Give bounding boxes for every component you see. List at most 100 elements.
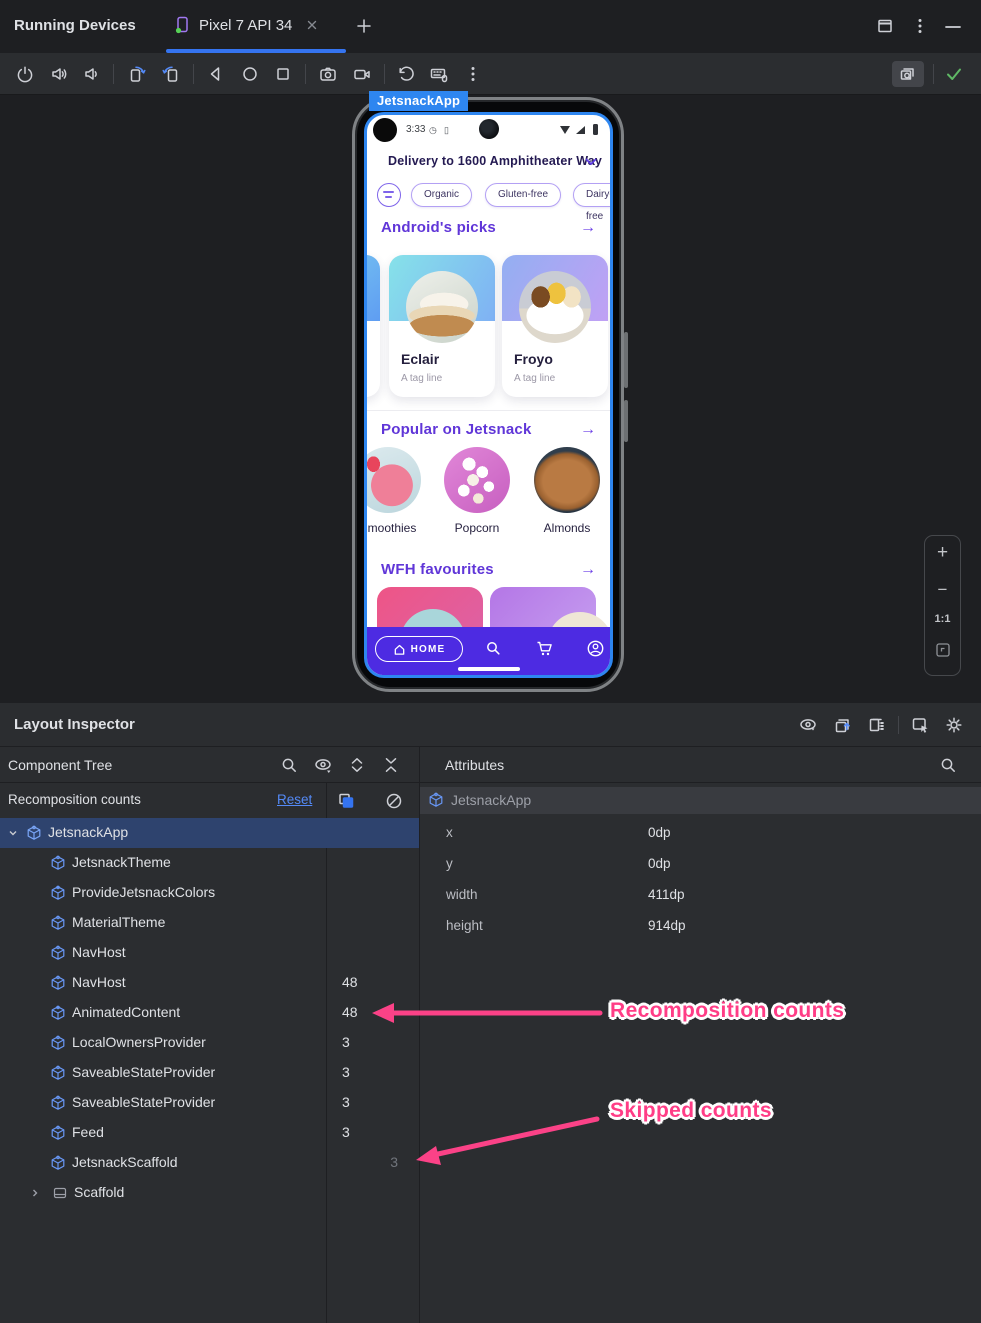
android-overview-icon[interactable]: [273, 64, 293, 84]
zoom-in-button[interactable]: +: [925, 542, 960, 564]
nav-home-button[interactable]: HOME: [375, 636, 463, 662]
chip-dairy-free[interactable]: Dairy-free: [573, 183, 610, 222]
section-title: WFH favourites: [381, 561, 494, 578]
tree-row[interactable]: NavHost 48: [0, 968, 419, 998]
composable-cube-icon: [50, 975, 66, 991]
composable-cube-icon: [50, 915, 66, 931]
picks-carousel: Eclair A tag line Froyo A tag line: [367, 245, 610, 407]
signal-icon: [576, 126, 585, 134]
tree-row[interactable]: SaveableStateProvider 3: [0, 1058, 419, 1088]
toolbar-kebab-icon[interactable]: [463, 64, 483, 84]
arrow-right-icon[interactable]: →: [580, 421, 596, 439]
attribute-row[interactable]: width 411dp: [420, 880, 981, 911]
device-toolbar: [0, 53, 981, 95]
bottom-nav-bar: HOME: [367, 627, 610, 675]
tree-row[interactable]: AnimatedContent 48: [0, 998, 419, 1028]
power-button-icon[interactable]: [15, 64, 35, 84]
highlight-recomposition-icon[interactable]: [336, 791, 356, 811]
snack-card-partial[interactable]: [367, 255, 380, 397]
layout-inspector-toggle[interactable]: [892, 61, 924, 87]
composable-cube-icon: [50, 1035, 66, 1051]
zoom-out-button[interactable]: −: [925, 580, 960, 600]
section-popular: Popular on Jetsnack →: [367, 421, 610, 443]
apply-check-icon[interactable]: [944, 64, 964, 84]
tree-row[interactable]: SaveableStateProvider 3: [0, 1088, 419, 1118]
expand-all-icon[interactable]: [347, 755, 367, 775]
tree-visibility-eye-icon[interactable]: [313, 755, 333, 775]
snack-tagline: A tag line: [401, 373, 443, 384]
arrow-right-icon[interactable]: →: [580, 561, 596, 579]
tree-row-jetsnackapp[interactable]: JetsnackApp: [0, 818, 419, 848]
volume-up-icon[interactable]: [49, 64, 69, 84]
popcorn-image[interactable]: [444, 447, 510, 513]
android-back-icon[interactable]: [206, 64, 226, 84]
tree-search-icon[interactable]: [279, 755, 299, 775]
reset-history-icon[interactable]: [396, 64, 416, 84]
tree-row[interactable]: JetsnackScaffold 3: [0, 1148, 419, 1178]
attribute-row[interactable]: y 0dp: [420, 849, 981, 880]
zoom-controls-panel: + − 1:1: [924, 535, 961, 676]
chevron-down-icon[interactable]: [8, 828, 18, 838]
screen-record-icon[interactable]: [352, 64, 372, 84]
disable-counts-icon[interactable]: [384, 791, 404, 811]
tab-options-kebab-icon[interactable]: [913, 16, 927, 36]
recomposition-count: 3: [342, 1034, 350, 1050]
snack-card-froyo[interactable]: Froyo A tag line: [502, 255, 608, 397]
hardware-input-icon[interactable]: [429, 64, 449, 84]
tree-row[interactable]: JetsnackTheme: [0, 848, 419, 878]
delivery-destination-bar[interactable]: Delivery to 1600 Amphitheater Way: [367, 151, 610, 175]
new-tab-button[interactable]: [354, 16, 374, 36]
nav-cart-icon[interactable]: [535, 639, 555, 658]
attribute-row[interactable]: height 914dp: [420, 911, 981, 942]
chevron-right-icon[interactable]: [30, 1188, 40, 1198]
arrow-right-icon[interactable]: →: [580, 219, 596, 237]
device-screen[interactable]: 3:33 ◷ ▯ Delivery to 1600 Amphitheater W…: [364, 112, 613, 678]
nav-profile-icon[interactable]: [586, 639, 605, 658]
android-studio-window: Running Devices Pixel 7 API 34 JetsnackA…: [0, 0, 981, 1323]
popular-item-label: Smoothies: [364, 521, 417, 535]
tree-row[interactable]: LocalOwnersProvider 3: [0, 1028, 419, 1058]
snack-name: Froyo: [514, 351, 553, 367]
tree-row[interactable]: Feed 3: [0, 1118, 419, 1148]
almonds-image[interactable]: [534, 447, 600, 513]
popular-item-label: Almonds: [543, 521, 591, 535]
volume-down-icon[interactable]: [81, 64, 101, 84]
zoom-1to1-button[interactable]: 1:1: [925, 613, 960, 625]
reset-counts-link[interactable]: Reset: [277, 792, 312, 807]
notification-icon: ▯: [444, 125, 449, 135]
inspector-app-badge: JetsnackApp: [369, 91, 469, 111]
chip-organic[interactable]: Organic: [411, 183, 473, 207]
rotate-right-icon[interactable]: [161, 64, 181, 84]
attributes-list: x 0dp y 0dp width 411dp height 914dp: [420, 818, 981, 942]
tree-row[interactable]: NavHost: [0, 938, 419, 968]
zoom-fit-button[interactable]: [935, 642, 951, 658]
layout-inspector-title: Layout Inspector: [14, 716, 135, 733]
filters-icon[interactable]: [377, 183, 401, 207]
hide-tool-window-icon[interactable]: [944, 24, 962, 30]
alarm-icon: ◷: [429, 125, 437, 135]
attribute-row[interactable]: x 0dp: [420, 818, 981, 849]
nav-search-icon[interactable]: [484, 639, 503, 658]
recomposition-count: 48: [342, 974, 358, 990]
screenshot-camera-icon[interactable]: [318, 64, 338, 84]
battery-icon: [593, 124, 598, 135]
tree-row[interactable]: ProvideJetsnackColors: [0, 878, 419, 908]
tab-pixel-7[interactable]: Pixel 7 API 34: [166, 0, 346, 50]
snack-card-eclair[interactable]: Eclair A tag line: [389, 255, 495, 397]
smoothies-image[interactable]: [367, 447, 421, 513]
tree-row[interactable]: MaterialTheme: [0, 908, 419, 938]
tab-close-icon[interactable]: [305, 18, 319, 32]
rotate-left-icon[interactable]: [127, 64, 147, 84]
home-gesture-indicator[interactable]: [457, 667, 520, 671]
window-restore-icon[interactable]: [876, 17, 894, 35]
chip-gluten-free[interactable]: Gluten-free: [485, 183, 562, 207]
recomposition-counts-label: Recomposition counts: [8, 792, 141, 807]
tree-row-scaffold[interactable]: Scaffold: [0, 1178, 419, 1208]
collapse-all-icon[interactable]: [381, 755, 401, 775]
attributes-component-header[interactable]: JetsnackApp: [420, 787, 981, 814]
composable-cube-icon: [50, 885, 66, 901]
chevron-down-icon[interactable]: [585, 158, 597, 166]
power-side-button: [624, 400, 628, 442]
filter-chips-row: Organic Gluten-free Dairy-free: [367, 183, 610, 222]
android-home-icon[interactable]: [240, 64, 260, 84]
